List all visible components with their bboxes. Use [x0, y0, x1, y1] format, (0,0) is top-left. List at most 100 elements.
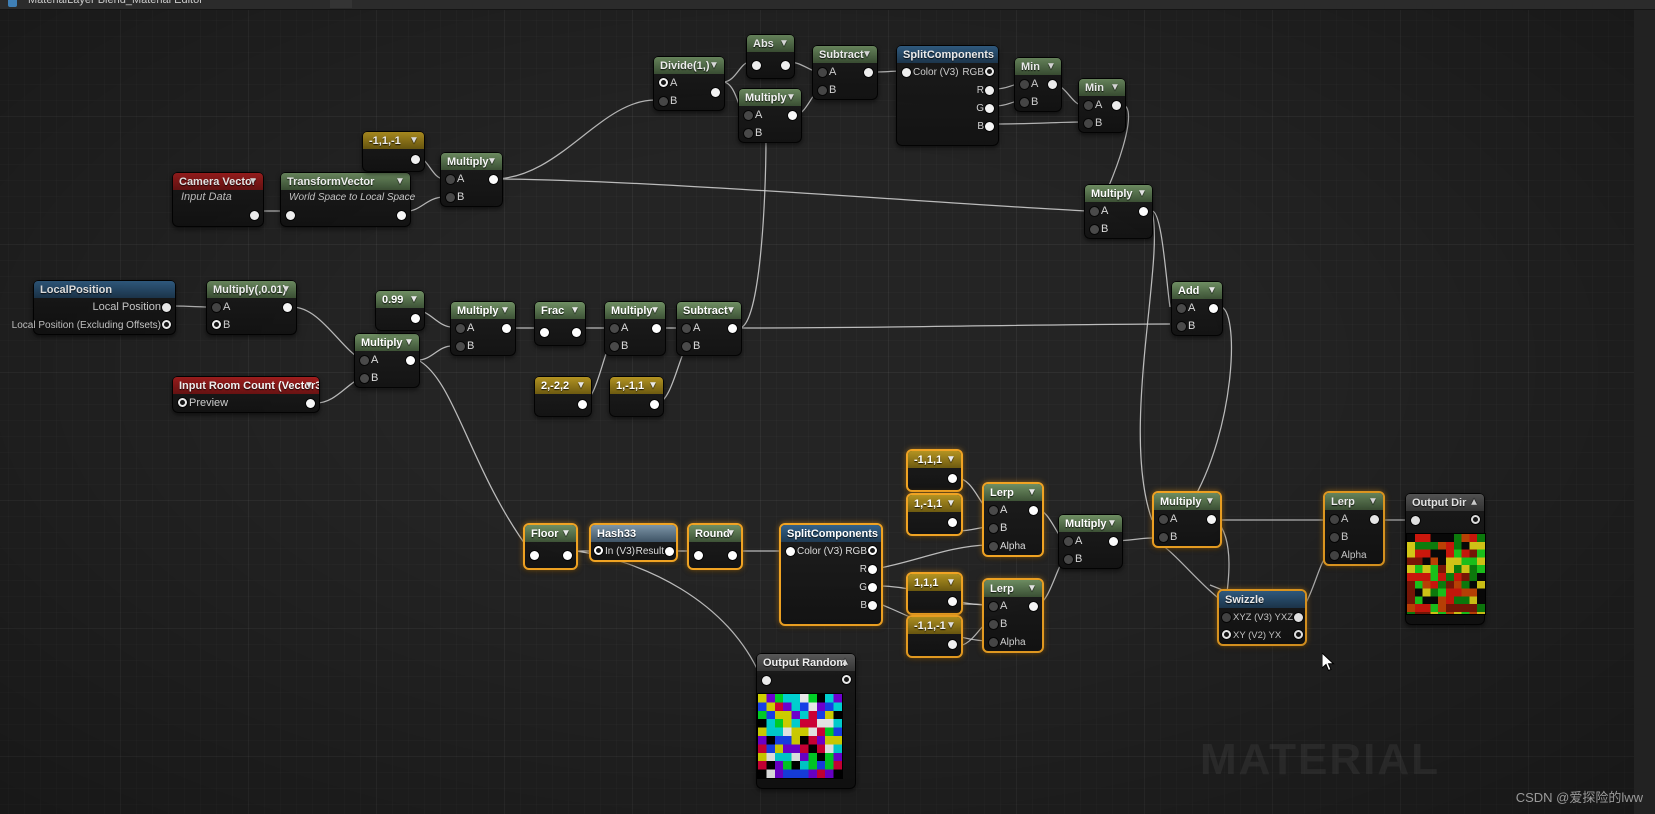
output-pin-b[interactable]	[985, 122, 994, 131]
preview-pin[interactable]	[178, 398, 187, 407]
node-header[interactable]: Abs ▼	[747, 35, 794, 52]
chevron-down-icon[interactable]: ▼	[1206, 284, 1218, 296]
node-header[interactable]: Multiply ▼	[1059, 515, 1122, 532]
node-lerp-1[interactable]: Lerp ▼ A B Alpha	[982, 482, 1044, 557]
output-pin-r[interactable]	[985, 86, 994, 95]
node-header[interactable]: Swizzle	[1219, 591, 1305, 608]
node-multiply-rooms[interactable]: Multiply ▼ A B	[354, 333, 420, 388]
node-const-0-99[interactable]: 0.99 ▼	[375, 290, 425, 331]
chevron-down-icon[interactable]: ▼	[247, 175, 259, 187]
input-pin-b[interactable]	[659, 97, 668, 106]
node-multiply-099[interactable]: Multiply ▼ A B	[450, 301, 516, 356]
node-header[interactable]: Output Random ▼	[757, 654, 855, 671]
node-lerp-out[interactable]: Lerp ▼ A B Alpha	[1323, 491, 1385, 566]
input-pin-b[interactable]	[744, 129, 753, 138]
output-pin[interactable]	[788, 111, 797, 120]
output-pin[interactable]	[842, 675, 851, 684]
chevron-down-icon[interactable]: ▼	[725, 527, 737, 539]
output-pin[interactable]	[489, 175, 498, 184]
output-pin-rgb[interactable]	[985, 67, 994, 76]
node-header[interactable]: Min ▼	[1015, 58, 1061, 75]
node-multiply-min[interactable]: Multiply ▼ A B	[1084, 184, 1153, 239]
input-pin-b[interactable]	[1330, 533, 1339, 542]
chevron-down-icon[interactable]: ▼	[1106, 517, 1118, 529]
input-pin[interactable]	[762, 676, 771, 685]
input-pin[interactable]	[752, 61, 761, 70]
chevron-down-icon[interactable]: ▼	[1026, 486, 1038, 498]
output-pin[interactable]	[948, 474, 957, 483]
input-pin-a[interactable]	[212, 303, 221, 312]
chevron-down-icon[interactable]: ▼	[725, 304, 737, 316]
input-pin[interactable]	[694, 551, 703, 560]
input-pin-a[interactable]	[989, 506, 998, 515]
node-multiply-0-01[interactable]: Multiply(,0.01) ▼ A B	[206, 280, 297, 335]
tab-strip-item[interactable]	[330, 0, 352, 8]
node-header[interactable]: Multiply(,0.01) ▼	[207, 281, 296, 298]
output-pin[interactable]	[397, 211, 406, 220]
input-pin-alpha[interactable]	[989, 638, 998, 647]
node-header[interactable]: 1,1,1 ▼	[908, 574, 961, 591]
node-header[interactable]: LocalPosition	[34, 281, 175, 298]
chevron-down-icon[interactable]: ▼	[945, 576, 957, 588]
output-pin-local-position-excluding-offsets[interactable]	[162, 320, 171, 329]
input-pin-a[interactable]	[456, 324, 465, 333]
node-header[interactable]: 2,-2,2 ▼	[535, 377, 591, 394]
input-pin[interactable]	[286, 211, 295, 220]
input-pin[interactable]	[530, 551, 539, 560]
node-const-1-1-1[interactable]: 1,1,1 ▼	[906, 572, 963, 615]
node-min-2[interactable]: Min ▼ A B	[1078, 78, 1126, 133]
output-pin[interactable]	[1029, 506, 1038, 515]
node-header[interactable]: Lerp ▼	[984, 484, 1042, 501]
chevron-down-icon[interactable]: ▼	[945, 619, 957, 631]
node-header[interactable]: Lerp ▼	[1325, 493, 1383, 510]
input-pin-b[interactable]	[446, 193, 455, 202]
input-pin-a[interactable]	[659, 78, 668, 87]
output-pin[interactable]	[411, 155, 420, 164]
output-pin[interactable]	[1139, 207, 1148, 216]
node-hash33[interactable]: Hash33 In (V3) Result	[589, 523, 678, 562]
input-pin-alpha[interactable]	[1330, 551, 1339, 560]
input-pin[interactable]	[1411, 516, 1420, 525]
output-pin[interactable]	[948, 597, 957, 606]
node-subtract-main[interactable]: Subtract ▼ A B	[676, 301, 742, 356]
node-const-1-neg1-1-b[interactable]: 1,-1,1 ▼	[906, 493, 963, 536]
output-pin[interactable]	[650, 400, 659, 409]
output-pin[interactable]	[572, 328, 581, 337]
output-pin[interactable]	[948, 640, 957, 649]
node-header[interactable]: Camera Vector ▼	[173, 173, 263, 190]
chevron-down-icon[interactable]: ▼	[499, 304, 511, 316]
chevron-down-icon[interactable]: ▼	[303, 379, 315, 391]
node-header[interactable]: -1,1,-1 ▼	[363, 132, 424, 149]
node-round[interactable]: Round ▼	[687, 523, 743, 570]
input-pin-color[interactable]	[902, 68, 911, 77]
output-pin-g[interactable]	[868, 583, 877, 592]
chevron-down-icon[interactable]: ▼	[1109, 81, 1121, 93]
input-pin-a[interactable]	[989, 602, 998, 611]
node-multiply-out[interactable]: Multiply ▼ A B	[1152, 491, 1222, 548]
input-pin-a[interactable]	[1159, 515, 1168, 524]
input-pin-color[interactable]	[786, 547, 795, 556]
node-add[interactable]: Add ▼ A B	[1171, 281, 1223, 336]
output-pin-result[interactable]	[665, 547, 674, 556]
chevron-down-icon[interactable]: ▼	[569, 304, 581, 316]
node-const-2-neg2-2[interactable]: 2,-2,2 ▼	[534, 376, 592, 417]
output-pin[interactable]	[728, 551, 737, 560]
input-pin-b[interactable]	[1064, 555, 1073, 564]
node-header[interactable]: Multiply ▼	[441, 153, 502, 170]
input-pin-b[interactable]	[989, 524, 998, 533]
node-header[interactable]: Round ▼	[689, 525, 741, 542]
input-pin-b[interactable]	[989, 620, 998, 629]
output-pin[interactable]	[864, 68, 873, 77]
node-header[interactable]: Subtract ▼	[677, 302, 741, 319]
output-pin[interactable]	[563, 551, 572, 560]
chevron-down-icon[interactable]: ▼	[486, 155, 498, 167]
chevron-down-icon[interactable]: ▼	[408, 293, 420, 305]
vertical-scrollbar[interactable]	[1634, 10, 1655, 814]
node-lerp-2[interactable]: Lerp ▼ A B Alpha	[982, 578, 1044, 653]
input-pin-b[interactable]	[360, 374, 369, 383]
chevron-down-icon[interactable]: ▼	[1367, 495, 1379, 507]
input-pin-b[interactable]	[456, 342, 465, 351]
node-header[interactable]: SplitComponents	[781, 525, 881, 542]
node-divide-1[interactable]: Divide(1,) ▼ A B	[653, 56, 725, 111]
input-pin-b[interactable]	[682, 342, 691, 351]
